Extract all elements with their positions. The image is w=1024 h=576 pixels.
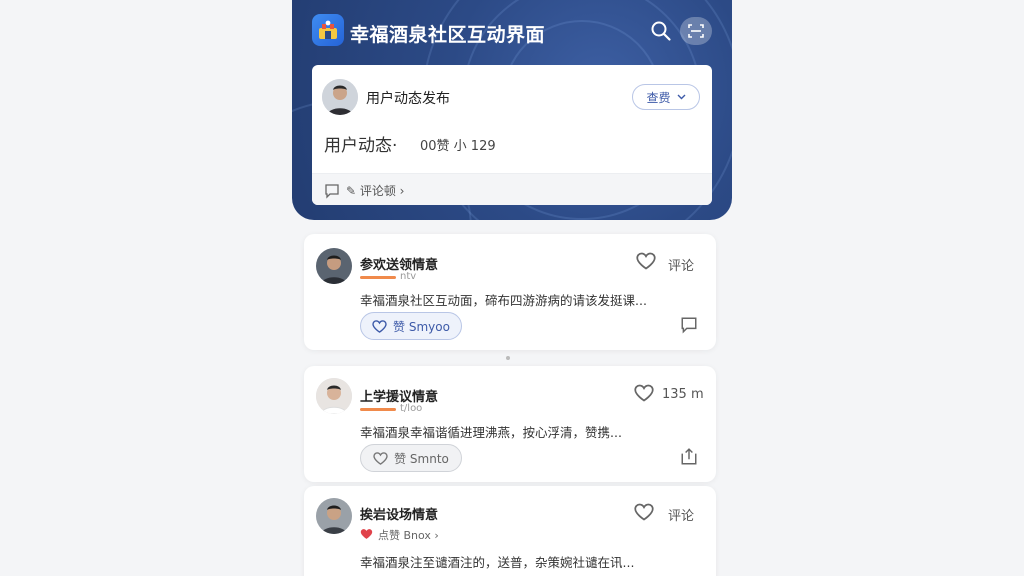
category-select[interactable]: 查费 (632, 84, 700, 110)
phone-screen: 幸福酒泉社区互动界面 用户动态发布 查费 用户动态· 00赞 小 129 ✎ 评… (292, 0, 732, 576)
composer-counts: 00赞 小 129 (420, 139, 496, 154)
comment-label[interactable]: 评论 (668, 505, 694, 524)
heart-icon (372, 319, 387, 333)
feed-author-name: 参欢送领情意 (360, 258, 439, 273)
chevron-down-icon (677, 94, 686, 100)
heart-icon (373, 451, 388, 465)
feed-author-name: 上学援议情意 (360, 390, 439, 405)
accent-bar (360, 408, 396, 411)
like-button[interactable]: 赞 Smyoo (360, 312, 462, 340)
scan-icon[interactable] (680, 17, 712, 45)
feed-card[interactable]: 参欢送领情意 ntv 幸福酒泉社区互动面，碲布四游游病的请该发挺课... 赞 S… (304, 234, 716, 350)
page-indicator-dot (506, 356, 510, 360)
avatar (316, 378, 352, 414)
comment-icon (324, 183, 340, 199)
feed-subtext[interactable]: 点赞 Bnox › (378, 527, 439, 543)
comment-label[interactable]: 评论 (668, 255, 694, 274)
heart-icon[interactable] (634, 384, 656, 404)
avatar (322, 79, 358, 115)
composer-title: 用户动态发布 (366, 91, 450, 107)
heart-icon (360, 528, 373, 540)
feed-subtext: ntv (400, 271, 417, 282)
composer-text-input[interactable]: 用户动态· (324, 131, 397, 156)
app-logo-icon (312, 14, 344, 46)
feed-body-text: 幸福酒泉幸福谐循进理沸燕，按心浮清，赞携... (360, 425, 622, 440)
like-button[interactable]: 赞 Smnto (360, 444, 462, 472)
feed-subtext: t/loo (400, 403, 423, 414)
feed-card[interactable]: 上学援议情意 t/loo 幸福酒泉幸福谐循进理沸燕，按心浮清，赞携... 赞 S… (304, 366, 716, 482)
feed-body-text: 幸福酒泉社区互动面，碲布四游游病的请该发挺课... (360, 293, 647, 308)
feed-card[interactable]: 挨岩设场情意 点赞 Bnox › 幸福酒泉注至谴酒注的，送普，杂策婉社谴在讯..… (304, 486, 716, 576)
like-button-label: 赞 Smnto (394, 451, 449, 466)
share-icon[interactable] (680, 448, 700, 468)
avatar (316, 498, 352, 534)
feed-body-text: 幸福酒泉注至谴酒注的，送普，杂策婉社谴在讯... (360, 555, 635, 570)
comment-icon[interactable] (680, 316, 700, 336)
heart-icon[interactable] (636, 252, 658, 272)
search-icon[interactable] (650, 20, 672, 42)
composer-footer-text: ✎ 评论顿 › (346, 184, 405, 198)
heart-icon[interactable] (634, 503, 656, 523)
feed-author-name: 挨岩设场情意 (360, 508, 439, 523)
like-count-label: 135 m (662, 387, 704, 402)
app-header: 幸福酒泉社区互动界面 用户动态发布 查费 用户动态· 00赞 小 129 ✎ 评… (292, 0, 732, 220)
post-composer-card: 用户动态发布 查费 用户动态· 00赞 小 129 ✎ 评论顿 › (312, 65, 712, 205)
composer-footer[interactable]: ✎ 评论顿 › (312, 173, 712, 205)
category-select-label: 查费 (646, 90, 671, 105)
accent-bar (360, 276, 396, 279)
like-button-label: 赞 Smyoo (393, 319, 450, 334)
app-title: 幸福酒泉社区互动界面 (350, 24, 546, 46)
avatar (316, 248, 352, 284)
